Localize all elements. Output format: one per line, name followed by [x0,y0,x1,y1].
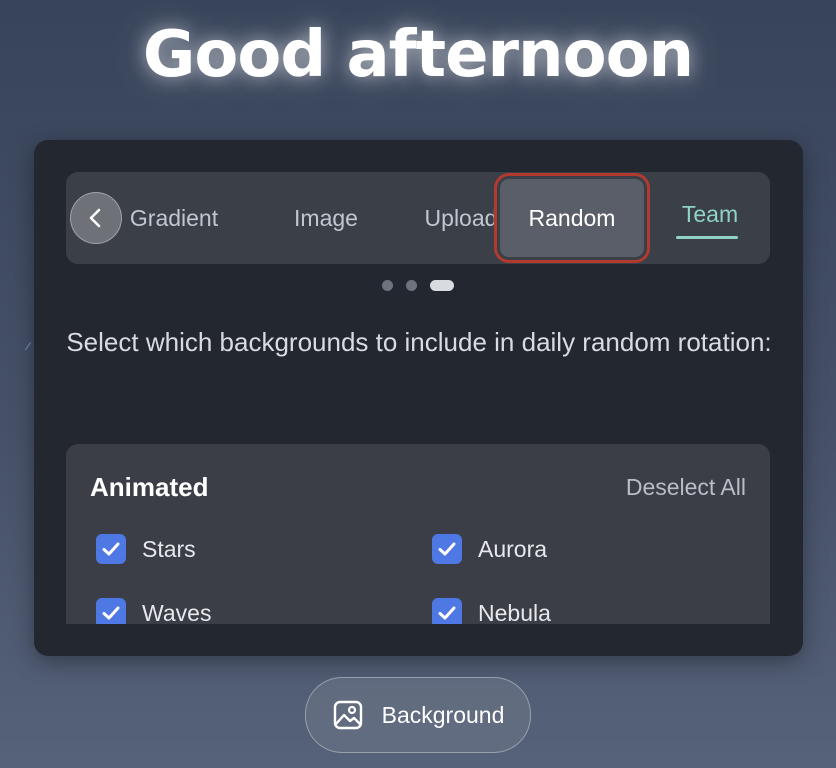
decorative-mark [20,338,31,351]
option-stars[interactable]: Stars [96,532,196,566]
page-dot[interactable] [406,280,417,291]
greeting-heading: Good afternoon [142,18,694,92]
option-label: Aurora [478,535,548,562]
checkmark-icon [102,606,120,620]
tab-team-underline [676,236,738,239]
tab-random[interactable]: Random [500,179,644,257]
section-title: Animated [90,472,209,502]
animated-backgrounds-list: Animated Deselect All Stars Aurora Waves… [66,444,770,624]
page-dot[interactable] [382,280,393,291]
checkbox-checked[interactable] [432,598,462,624]
tab-team[interactable]: Team [670,172,750,264]
checkmark-icon [438,542,456,556]
tab-image[interactable]: Image [256,172,396,264]
option-aurora[interactable]: Aurora [432,532,547,566]
option-label: Waves [142,599,212,625]
deselect-all-button[interactable]: Deselect All [626,474,746,501]
option-label: Nebula [478,599,551,625]
chevron-left-icon [89,208,101,228]
page-dot-active[interactable] [430,280,454,291]
checkmark-icon [102,542,120,556]
tab-gradient[interactable]: Gradient [104,172,244,264]
background-button-label: Background [381,701,505,728]
instructions-text: Select which backgrounds to include in d… [66,327,772,357]
option-nebula[interactable]: Nebula [432,596,551,624]
background-settings-panel: Gradient Image Upload Random Team Select… [34,140,803,656]
image-icon [333,700,362,730]
option-waves[interactable]: Waves [96,596,211,624]
checkbox-checked[interactable] [432,534,462,564]
option-label: Stars [142,535,196,562]
background-button[interactable]: Background [305,677,531,753]
checkmark-icon [438,606,456,620]
checkbox-checked[interactable] [96,534,126,564]
background-tab-bar: Gradient Image Upload Random Team [66,172,770,264]
scroll-left-button[interactable] [70,192,122,244]
checkbox-checked[interactable] [96,598,126,624]
